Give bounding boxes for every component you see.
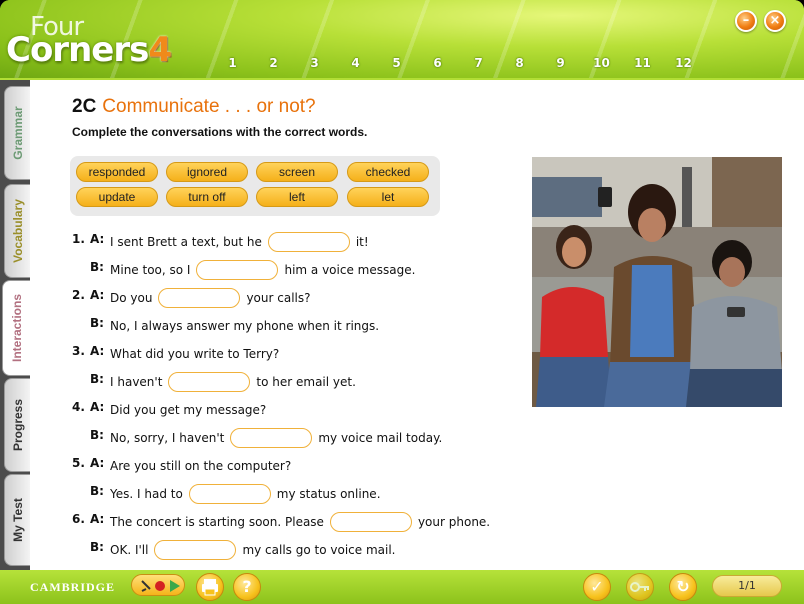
answer-blank[interactable]	[154, 540, 237, 560]
unit-6[interactable]: 6	[417, 56, 458, 70]
answer-blank[interactable]	[188, 484, 271, 504]
minimize-button[interactable]: –	[735, 10, 757, 32]
word-chip-responded[interactable]: responded	[76, 162, 158, 182]
unit-10[interactable]: 10	[581, 56, 622, 70]
header: Four Corners4 1 2 3 4 5 6 7 8 9 10 11 12…	[0, 0, 804, 78]
record-controls[interactable]	[131, 574, 185, 596]
word-chip-update[interactable]: update	[76, 187, 158, 207]
word-chip-ignored[interactable]: ignored	[166, 162, 248, 182]
unit-8[interactable]: 8	[499, 56, 540, 70]
bottom-toolbar: CAMBRIDGE ? ✓ ↻ 1/1	[0, 570, 804, 604]
page-number: 1/1	[738, 579, 756, 592]
unit-9[interactable]: 9	[540, 56, 581, 70]
unit-4[interactable]: 4	[335, 56, 376, 70]
app-window: Four Corners4 1 2 3 4 5 6 7 8 9 10 11 12…	[0, 0, 804, 604]
close-button[interactable]: ×	[764, 10, 786, 32]
exercise-panel: 2C Communicate . . . or not? Complete the…	[30, 80, 804, 570]
answer-blank[interactable]	[158, 288, 241, 308]
check-answers-button[interactable]: ✓	[583, 573, 611, 601]
answer-blank[interactable]	[329, 512, 412, 532]
unit-7[interactable]: 7	[458, 56, 499, 70]
record-icon	[141, 580, 180, 592]
tab-grammar[interactable]: Grammar	[4, 86, 30, 180]
unit-nav: 1 2 3 4 5 6 7 8 9 10 11 12	[212, 56, 704, 70]
reset-button[interactable]: ↻	[669, 573, 697, 601]
help-button[interactable]: ?	[233, 573, 261, 601]
print-button[interactable]	[196, 573, 224, 601]
photo-illustration	[532, 157, 782, 407]
word-chip-let[interactable]: let	[347, 187, 429, 207]
page-indicator: 1/1	[712, 575, 782, 597]
key-icon	[630, 582, 649, 592]
answer-key-button[interactable]	[626, 573, 654, 601]
answer-blank[interactable]	[196, 260, 279, 280]
word-chip-screen[interactable]: screen	[256, 162, 338, 182]
answer-blank[interactable]	[267, 232, 350, 252]
photo-friends-with-phones	[532, 157, 782, 407]
unit-11[interactable]: 11	[622, 56, 663, 70]
unit-5[interactable]: 5	[376, 56, 417, 70]
page-title: 2C Communicate . . . or not?	[72, 96, 316, 117]
tab-my-test[interactable]: My Test	[4, 474, 30, 566]
tab-interactions[interactable]: Interactions	[2, 280, 30, 376]
instruction: Complete the conversations with the corr…	[72, 125, 368, 139]
unit-12[interactable]: 12	[663, 56, 704, 70]
unit-2[interactable]: 2	[253, 56, 294, 70]
tab-vocabulary[interactable]: Vocabulary	[4, 184, 30, 278]
answer-blank[interactable]	[230, 428, 313, 448]
word-bank: responded ignored screen checked update …	[70, 156, 440, 216]
tab-progress[interactable]: Progress	[4, 378, 30, 472]
logo: Corners4	[6, 30, 172, 70]
word-chip-checked[interactable]: checked	[347, 162, 429, 182]
word-chip-left[interactable]: left	[256, 187, 338, 207]
side-tabs: Grammar Vocabulary Interactions Progress…	[0, 80, 30, 570]
word-chip-turn-off[interactable]: turn off	[166, 187, 248, 207]
answer-blank[interactable]	[168, 372, 251, 392]
cambridge-logo: CAMBRIDGE	[30, 580, 116, 594]
unit-1[interactable]: 1	[212, 56, 253, 70]
unit-3[interactable]: 3	[294, 56, 335, 70]
print-icon	[202, 579, 218, 596]
